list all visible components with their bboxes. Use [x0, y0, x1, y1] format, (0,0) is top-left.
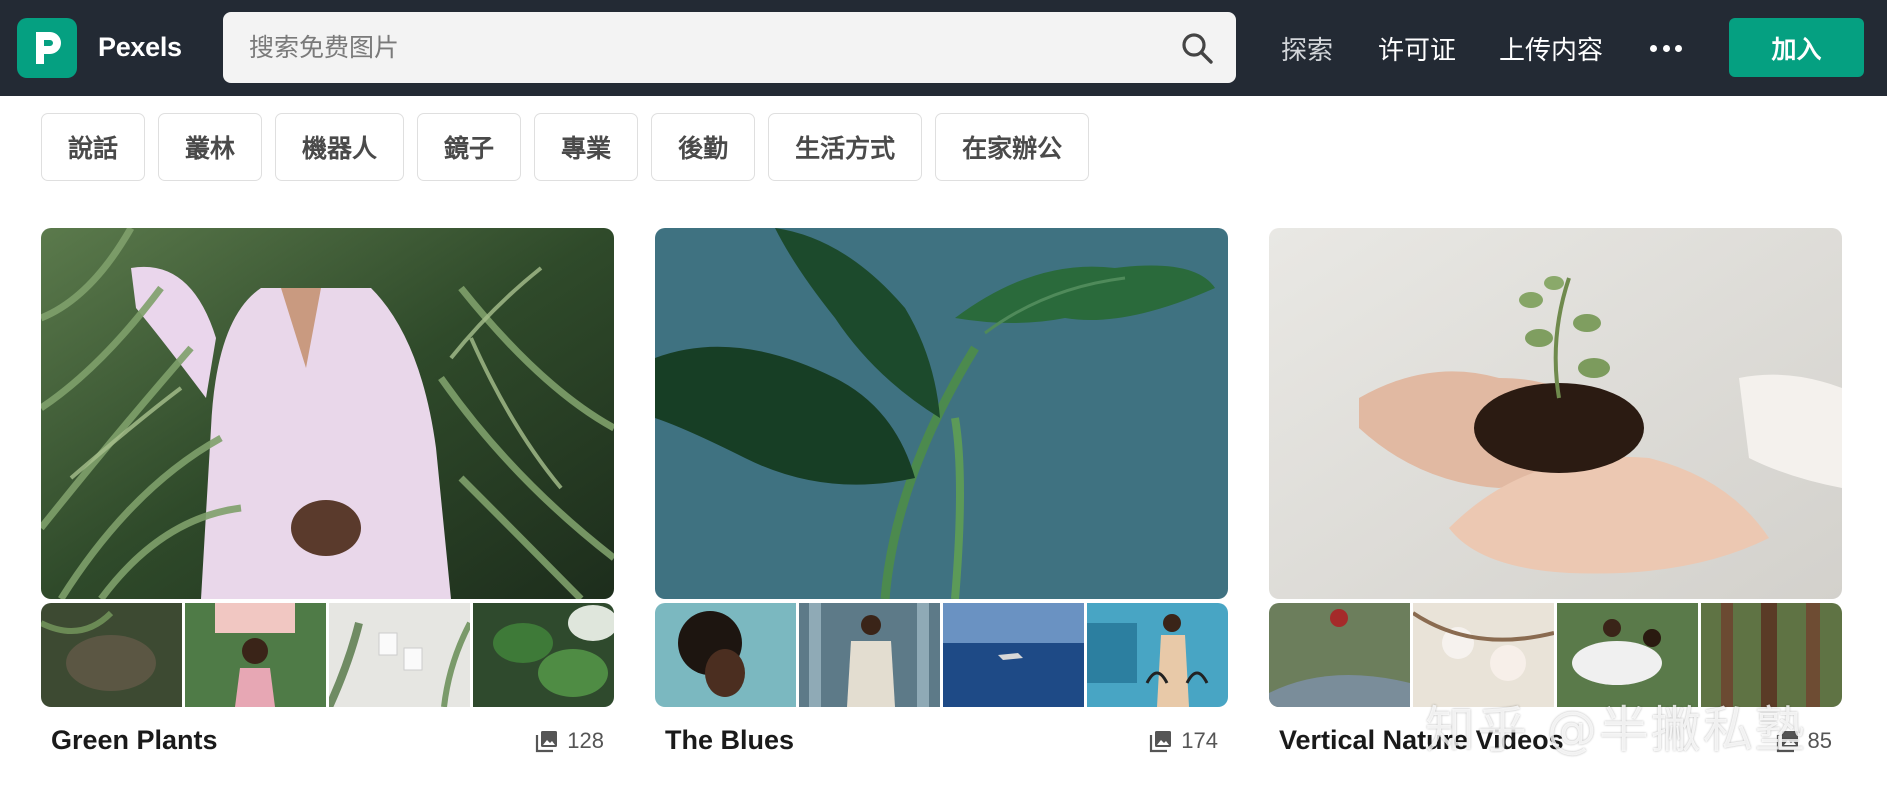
collection-title[interactable]: Vertical Nature Videos [1279, 725, 1564, 756]
tag-lifestyle[interactable]: 生活方式 [768, 113, 923, 181]
tag-robot[interactable]: 機器人 [275, 113, 405, 181]
thumbnail-image[interactable] [1087, 603, 1228, 707]
thumbnail-image[interactable] [1557, 603, 1698, 707]
tag-professional[interactable]: 專業 [534, 113, 639, 181]
thumbnail-image[interactable] [943, 603, 1084, 707]
search-bar [223, 12, 1236, 83]
thumbnail-image[interactable] [1269, 603, 1410, 707]
collection-title[interactable]: Green Plants [51, 725, 218, 756]
brand-name[interactable]: Pexels [98, 32, 182, 63]
collection-count: 174 [1149, 728, 1218, 754]
nav-license[interactable]: 许可证 [1378, 30, 1456, 67]
search-input[interactable] [223, 12, 1236, 83]
images-icon [1776, 731, 1798, 753]
thumbnail-image[interactable] [799, 603, 940, 707]
nav-upload[interactable]: 上传内容 [1499, 30, 1603, 67]
thumbnail-image[interactable] [185, 603, 326, 707]
tag-talking[interactable]: 說話 [41, 113, 146, 181]
images-icon [1150, 731, 1172, 753]
pexels-logo-icon[interactable] [17, 18, 77, 78]
images-icon [536, 731, 558, 753]
collection-thumbnails [655, 603, 1228, 707]
nav-explore[interactable]: 探索 [1281, 30, 1333, 67]
tag-row: 說話 叢林 機器人 鏡子 專業 後勤 生活方式 在家辦公 [41, 113, 1090, 181]
collection-title[interactable]: The Blues [665, 725, 794, 756]
collection-count: 128 [535, 728, 604, 754]
collection-cover-image[interactable] [655, 228, 1228, 599]
collection-count: 85 [1776, 728, 1832, 754]
thumbnail-image[interactable] [1701, 603, 1842, 707]
thumbnail-image[interactable] [655, 603, 796, 707]
collection-count-value: 85 [1807, 728, 1832, 753]
thumbnail-image[interactable] [329, 603, 470, 707]
thumbnail-image[interactable] [41, 603, 182, 707]
top-navbar: Pexels 探索 许可证 上传内容 加入 [0, 0, 1887, 96]
more-icon[interactable] [1650, 32, 1682, 64]
collection-cover-image[interactable] [41, 228, 614, 599]
collection-count-value: 174 [1181, 728, 1218, 753]
tag-jungle[interactable]: 叢林 [158, 113, 263, 181]
collection-count-value: 128 [567, 728, 604, 753]
search-icon[interactable] [1180, 31, 1214, 65]
thumbnail-image[interactable] [1413, 603, 1554, 707]
thumbnail-image[interactable] [473, 603, 614, 707]
collection-thumbnails [41, 603, 614, 707]
tag-mirror[interactable]: 鏡子 [417, 113, 522, 181]
tag-work-from-home[interactable]: 在家辦公 [935, 113, 1090, 181]
collection-cover-image[interactable] [1269, 228, 1842, 599]
join-button[interactable]: 加入 [1729, 18, 1864, 77]
collection-thumbnails [1269, 603, 1842, 707]
tag-logistics[interactable]: 後勤 [651, 113, 756, 181]
